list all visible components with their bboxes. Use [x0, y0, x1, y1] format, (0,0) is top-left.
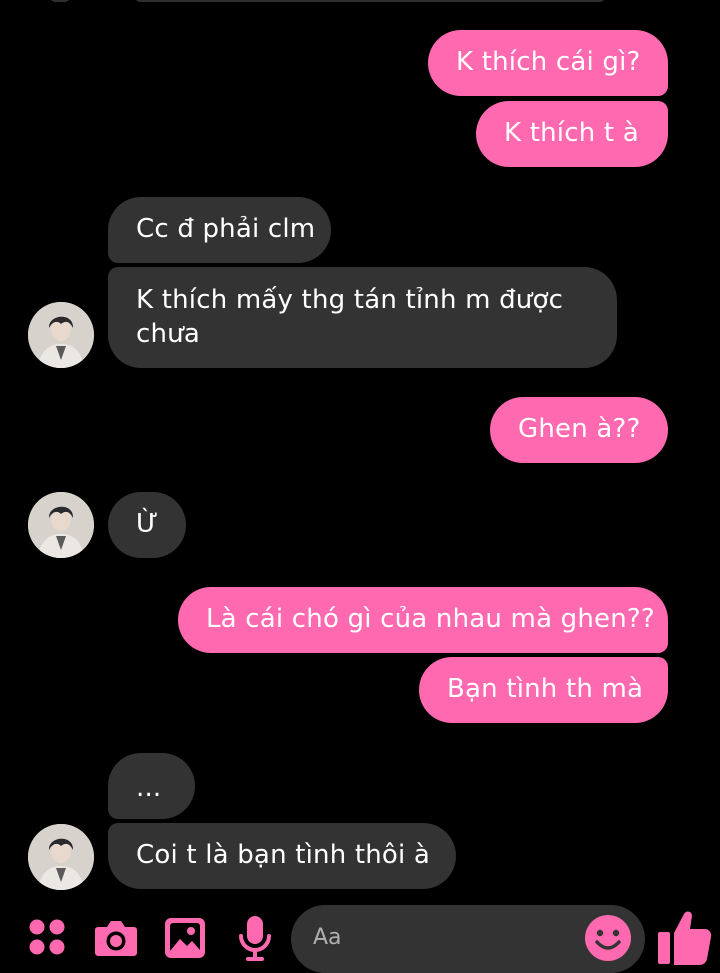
message-bubble-outgoing[interactable]: Ghen à??: [490, 397, 668, 463]
previous-content-edge: [0, 0, 720, 4]
camera-icon[interactable]: [94, 917, 138, 957]
message-bubble-outgoing[interactable]: Bạn tình th mà: [419, 657, 668, 723]
message-bubble-incoming[interactable]: ...: [108, 753, 195, 819]
contact-avatar[interactable]: [28, 492, 94, 558]
emoji-icon[interactable]: [584, 914, 632, 962]
message-bubble-incoming[interactable]: K thích mấy thg tán tỉnh m được chưa: [108, 267, 617, 368]
message-bubble-outgoing[interactable]: K thích cái gì?: [428, 30, 668, 96]
message-bubble-incoming[interactable]: Coi t là bạn tình thôi à: [108, 823, 456, 889]
gallery-icon[interactable]: [164, 917, 206, 959]
message-bubble-outgoing[interactable]: Là cái chó gì của nhau mà ghen??: [178, 587, 668, 653]
microphone-icon[interactable]: [238, 914, 272, 962]
message-input-placeholder: Aa: [313, 925, 342, 950]
message-bubble-incoming[interactable]: Cc đ phải clm: [108, 197, 331, 263]
contact-avatar[interactable]: [28, 824, 94, 890]
message-bubble-incoming[interactable]: Ừ: [108, 492, 186, 558]
bubble-edge: [135, 0, 605, 2]
contact-avatar[interactable]: [28, 302, 94, 368]
apps-icon[interactable]: [28, 918, 66, 956]
avatar-edge: [50, 0, 70, 2]
like-icon[interactable]: [656, 908, 712, 966]
message-bubble-outgoing[interactable]: K thích t à: [476, 101, 668, 167]
